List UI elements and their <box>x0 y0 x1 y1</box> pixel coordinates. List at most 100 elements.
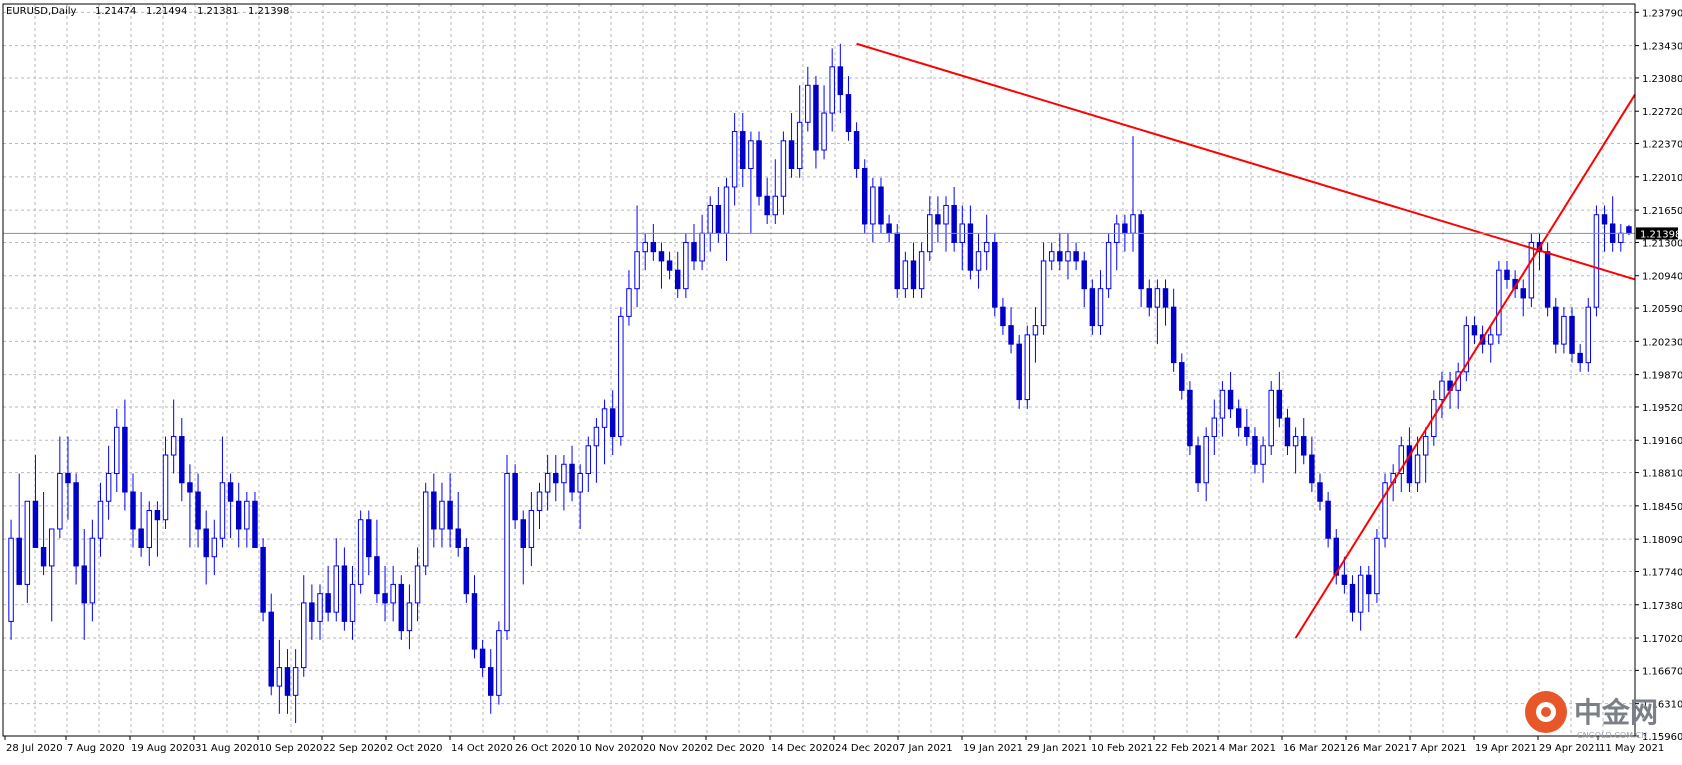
candle-body-up <box>114 426 120 475</box>
x-tick-label: 29 Jan 2021 <box>1027 743 1087 754</box>
watermark-sub: CNGOLD.COM.CN <box>1577 731 1647 740</box>
candle-body-up <box>1618 232 1624 243</box>
x-tick-label: 19 Jan 2021 <box>963 743 1023 754</box>
y-tick-label: 1.16670 <box>1642 666 1682 677</box>
candle-body-down <box>252 500 258 548</box>
candle-body-up <box>585 445 592 475</box>
candle-body-up <box>301 602 307 669</box>
candle-body-down <box>1057 251 1063 262</box>
candle-body-down <box>73 482 79 567</box>
candle-body-up <box>57 473 63 530</box>
candle-body-up <box>97 500 104 539</box>
x-tick-label: 19 Aug 2020 <box>131 743 195 754</box>
y-tick-label: 1.22720 <box>1642 107 1682 118</box>
candle-body-up <box>1024 334 1031 401</box>
candle-body-down <box>16 537 22 585</box>
candle-body-down <box>471 593 478 650</box>
candle-body-down <box>674 269 681 290</box>
candle-body-up <box>699 232 705 262</box>
candle-body-up <box>975 251 982 271</box>
candle-body-up <box>780 140 787 197</box>
x-tick-label: 2 Oct 2020 <box>387 743 442 754</box>
candle-body-down <box>479 648 486 669</box>
candle-body-down <box>65 473 71 484</box>
candle <box>894 223 900 298</box>
candle <box>463 538 470 603</box>
candle-body-down <box>325 593 331 613</box>
candle-body-down <box>1089 288 1096 327</box>
x-tick-label: 2 Dec 2020 <box>707 743 765 754</box>
y-tick-label: 1.21650 <box>1642 206 1682 217</box>
candle-body-up <box>805 84 811 123</box>
candle-body-down <box>845 94 852 133</box>
candle-body-down <box>203 528 209 558</box>
candle-body-down <box>1146 288 1153 308</box>
candle-body-up <box>1260 445 1266 465</box>
candle-body-down <box>788 140 795 170</box>
candle-body-down <box>1406 445 1413 484</box>
x-tick-label: 20 Nov 2020 <box>643 743 707 754</box>
candle-body-up <box>276 667 283 687</box>
candle <box>1016 334 1022 409</box>
candle-body-up <box>1097 288 1104 327</box>
candle-body-up <box>561 463 567 484</box>
candle-body-up <box>642 241 648 253</box>
candle <box>1187 381 1193 456</box>
x-tick-label: 26 Mar 2021 <box>1347 743 1410 754</box>
y-tick-label: 1.17740 <box>1642 567 1682 578</box>
candle-body-up <box>1422 436 1429 456</box>
x-tick-label: 16 Mar 2021 <box>1283 743 1346 754</box>
candle-body-up <box>1032 325 1039 336</box>
candle-body-down <box>1317 482 1323 502</box>
price-chart[interactable]: 1.21398 28 Jul 2020 7 Aug 2020 19 Aug 2020… <box>0 0 1682 765</box>
candle-body-up <box>317 593 323 622</box>
y-tick-label: 1.18810 <box>1642 469 1682 480</box>
candle-body-up <box>829 66 835 114</box>
x-tick-label: 7 Apr 2021 <box>1411 743 1466 754</box>
candle-body-down <box>1284 417 1291 447</box>
candle-body-up <box>634 251 640 290</box>
candle-body-down <box>878 186 884 225</box>
y-tick-label: 1.19870 <box>1642 371 1682 382</box>
candle-body-up <box>536 491 543 511</box>
candle-body-down <box>666 260 673 271</box>
candle-body-down <box>268 611 274 687</box>
candle-body-up <box>105 473 112 502</box>
candle-body-down <box>1187 389 1193 447</box>
y-tick-label: 1.22370 <box>1642 140 1682 151</box>
y-tick-label: 1.20590 <box>1642 304 1682 315</box>
candle-body-down <box>837 66 844 96</box>
candle-body-down <box>1325 500 1331 539</box>
candle-body-down <box>813 84 819 151</box>
chart-background <box>0 0 1682 765</box>
candle-body-down <box>309 602 315 622</box>
candle-body-up <box>48 528 55 567</box>
candle-body-up <box>870 186 876 225</box>
candle-body-up <box>1439 380 1445 401</box>
candle-body-down <box>81 565 87 604</box>
candle-body-up <box>1561 315 1567 345</box>
candle <box>1105 233 1112 298</box>
y-tick-label: 1.21300 <box>1642 238 1682 249</box>
candle-body-down <box>1138 214 1144 290</box>
candle-body-up <box>8 537 14 622</box>
candle <box>1374 528 1380 603</box>
watermark: 中金网 CNGOLD.COM.CN <box>1525 691 1658 740</box>
candle-body-up <box>577 473 583 493</box>
candle <box>512 464 518 529</box>
candle-body-down <box>861 168 868 225</box>
candle-body-up <box>1593 214 1600 308</box>
candle-body-down <box>235 500 242 530</box>
candle-body-up <box>219 482 226 539</box>
candle-body-down <box>1577 352 1583 364</box>
candle-body-up <box>626 288 632 317</box>
candle <box>1024 325 1031 409</box>
candle-body-down <box>179 436 185 484</box>
candle-body-down <box>195 491 201 530</box>
candle <box>1593 205 1600 317</box>
candle-body-down <box>1073 251 1079 262</box>
candle <box>496 621 502 705</box>
candle-body-down <box>260 546 266 613</box>
candle-body-up <box>357 519 364 585</box>
candle-body-down <box>764 195 770 216</box>
